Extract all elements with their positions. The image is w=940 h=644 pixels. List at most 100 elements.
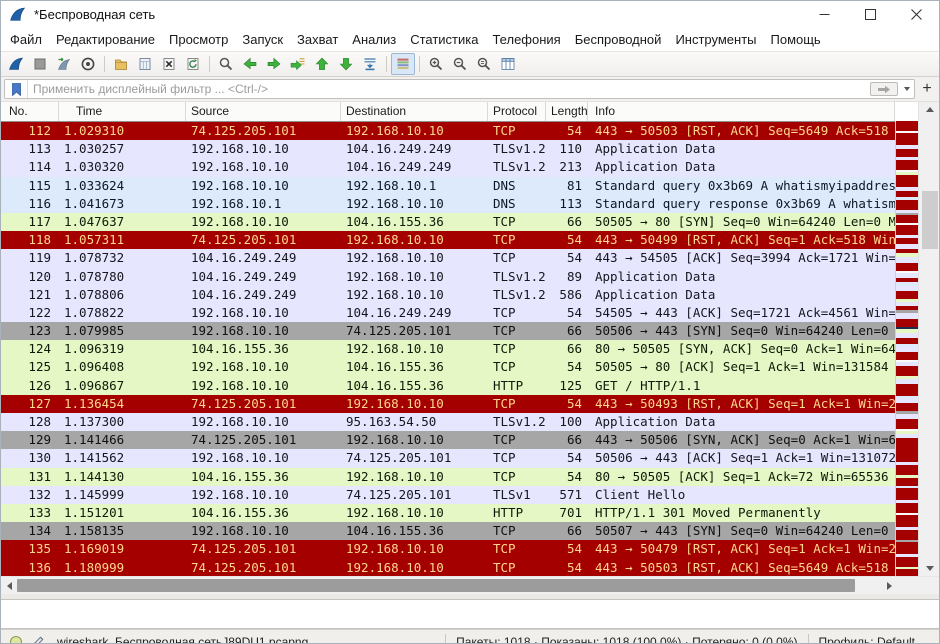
- menu-tools[interactable]: Инструменты: [668, 29, 763, 50]
- go-forward-button[interactable]: [262, 53, 286, 75]
- scroll-down-button[interactable]: [919, 561, 940, 576]
- packet-row-133[interactable]: 1331.151201104.16.155.36192.168.10.10HTT…: [1, 504, 895, 522]
- packet-row-119[interactable]: 1191.078732104.16.249.249192.168.10.10TC…: [1, 249, 895, 267]
- column-header-info[interactable]: Info: [588, 102, 895, 121]
- scroll-left-button[interactable]: [1, 577, 17, 594]
- triangle-up-icon: [926, 107, 934, 112]
- go-to-packet-button[interactable]: [286, 53, 310, 75]
- cell-no: 120: [1, 268, 59, 286]
- packet-row-126[interactable]: 1261.096867192.168.10.10104.16.155.36HTT…: [1, 377, 895, 395]
- packet-row-122[interactable]: 1221.078822192.168.10.10104.16.249.249TC…: [1, 304, 895, 322]
- scroll-right-button[interactable]: [881, 577, 897, 594]
- cell-proto: TLSv1.2: [488, 140, 546, 158]
- menu-capture[interactable]: Захват: [290, 29, 345, 50]
- menu-analyze[interactable]: Анализ: [345, 29, 403, 50]
- profile-selector[interactable]: Профиль: Default: [808, 634, 926, 644]
- minimize-button[interactable]: [801, 1, 847, 27]
- save-file-button[interactable]: [133, 53, 157, 75]
- column-header-proto[interactable]: Protocol: [488, 102, 546, 121]
- vertical-scroll-track[interactable]: [919, 117, 940, 561]
- vertical-scrollbar[interactable]: [918, 102, 940, 576]
- vertical-scroll-thumb[interactable]: [922, 191, 938, 249]
- restart-capture-button[interactable]: [52, 53, 76, 75]
- packet-minimap[interactable]: [895, 121, 918, 576]
- packet-row-114[interactable]: 1141.030320192.168.10.10104.16.249.249TL…: [1, 158, 895, 176]
- minimap-stripe: [896, 403, 918, 411]
- filter-dropdown-button[interactable]: [900, 81, 914, 97]
- horizontal-scroll-track[interactable]: [17, 577, 881, 594]
- menu-statistics[interactable]: Статистика: [403, 29, 485, 50]
- apply-filter-button[interactable]: [870, 82, 898, 96]
- resize-grip[interactable]: [925, 640, 939, 644]
- scroll-up-button[interactable]: [919, 102, 940, 117]
- packet-row-135[interactable]: 1351.16901974.125.205.101192.168.10.10TC…: [1, 540, 895, 558]
- resize-columns-button[interactable]: [496, 53, 520, 75]
- cell-src: 192.168.10.10: [186, 322, 341, 340]
- packet-row-136[interactable]: 1361.18099974.125.205.101192.168.10.10TC…: [1, 559, 895, 577]
- auto-scroll-button[interactable]: [358, 53, 382, 75]
- packet-row-118[interactable]: 1181.05731174.125.205.101192.168.10.10TC…: [1, 231, 895, 249]
- cell-src: 192.168.10.10: [186, 413, 341, 431]
- column-header-src[interactable]: Source: [186, 102, 341, 121]
- horizontal-scrollbar[interactable]: [1, 576, 939, 594]
- go-back-button[interactable]: [238, 53, 262, 75]
- horizontal-scroll-thumb[interactable]: [17, 579, 855, 592]
- packet-row-127[interactable]: 1271.13645474.125.205.101192.168.10.10TC…: [1, 395, 895, 413]
- filter-bookmark-button[interactable]: [5, 80, 28, 98]
- packet-row-132[interactable]: 1321.145999192.168.10.1074.125.205.101TL…: [1, 486, 895, 504]
- cell-time: 1.141466: [59, 431, 186, 449]
- cell-time: 1.078780: [59, 268, 186, 286]
- open-file-button[interactable]: [109, 53, 133, 75]
- packet-row-124[interactable]: 1241.096319104.16.155.36192.168.10.10TCP…: [1, 340, 895, 358]
- maximize-button[interactable]: [847, 1, 893, 27]
- colorize-packets-button[interactable]: [391, 53, 415, 75]
- go-last-packet-button[interactable]: [334, 53, 358, 75]
- packet-rows: 1121.02931074.125.205.101192.168.10.10TC…: [1, 122, 895, 576]
- packet-row-113[interactable]: 1131.030257192.168.10.10104.16.249.249TL…: [1, 140, 895, 158]
- packet-row-123[interactable]: 1231.079985192.168.10.1074.125.205.101TC…: [1, 322, 895, 340]
- zoom-out-button[interactable]: [448, 53, 472, 75]
- expert-info-button[interactable]: [5, 632, 27, 644]
- start-capture-button[interactable]: [4, 53, 28, 75]
- menu-edit[interactable]: Редактирование: [49, 29, 162, 50]
- column-header-time[interactable]: Time: [59, 102, 186, 121]
- cell-len: 66: [546, 340, 588, 358]
- stop-capture-button[interactable]: [28, 53, 52, 75]
- menu-telephony[interactable]: Телефония: [485, 29, 567, 50]
- go-first-packet-button[interactable]: [310, 53, 334, 75]
- packet-row-130[interactable]: 1301.141562192.168.10.1074.125.205.101TC…: [1, 449, 895, 467]
- packet-row-125[interactable]: 1251.096408192.168.10.10104.16.155.36TCP…: [1, 358, 895, 376]
- close-button[interactable]: [893, 1, 939, 27]
- packet-row-129[interactable]: 1291.14146674.125.205.101192.168.10.10TC…: [1, 431, 895, 449]
- display-filter-input[interactable]: [28, 82, 870, 96]
- cell-info: Standard query response 0x3b69 A whatism…: [588, 195, 895, 213]
- reload-file-button[interactable]: [181, 53, 205, 75]
- zoom-normal-button[interactable]: [472, 53, 496, 75]
- packet-row-120[interactable]: 1201.078780104.16.249.249192.168.10.10TL…: [1, 268, 895, 286]
- capture-options-button[interactable]: [76, 53, 100, 75]
- packet-row-116[interactable]: 1161.041673192.168.10.1192.168.10.10DNS1…: [1, 195, 895, 213]
- menu-help[interactable]: Помощь: [764, 29, 828, 50]
- menu-file[interactable]: Файл: [3, 29, 49, 50]
- menu-wireless[interactable]: Беспроводной: [568, 29, 669, 50]
- add-filter-button[interactable]: +: [918, 80, 936, 98]
- menu-go[interactable]: Запуск: [235, 29, 290, 50]
- packet-row-117[interactable]: 1171.047637192.168.10.10104.16.155.36TCP…: [1, 213, 895, 231]
- cell-proto: TCP: [488, 358, 546, 376]
- cell-dst: 192.168.10.10: [341, 231, 488, 249]
- packet-row-112[interactable]: 1121.02931074.125.205.101192.168.10.10TC…: [1, 122, 895, 140]
- capture-comment-button[interactable]: [27, 632, 49, 644]
- find-packet-button[interactable]: [214, 53, 238, 75]
- column-header-len[interactable]: Length: [546, 102, 588, 121]
- zoom-in-button[interactable]: [424, 53, 448, 75]
- close-file-button[interactable]: [157, 53, 181, 75]
- arrow-down-icon: [338, 56, 354, 72]
- packet-row-115[interactable]: 1151.033624192.168.10.10192.168.10.1DNS8…: [1, 177, 895, 195]
- packet-row-134[interactable]: 1341.158135192.168.10.10104.16.155.36TCP…: [1, 522, 895, 540]
- packet-row-121[interactable]: 1211.078806104.16.249.249192.168.10.10TL…: [1, 286, 895, 304]
- packet-row-131[interactable]: 1311.144130104.16.155.36192.168.10.10TCP…: [1, 468, 895, 486]
- packet-row-128[interactable]: 1281.137300192.168.10.1095.163.54.50TLSv…: [1, 413, 895, 431]
- column-header-no[interactable]: No.: [1, 102, 59, 121]
- menu-view[interactable]: Просмотр: [162, 29, 235, 50]
- column-header-dst[interactable]: Destination: [341, 102, 488, 121]
